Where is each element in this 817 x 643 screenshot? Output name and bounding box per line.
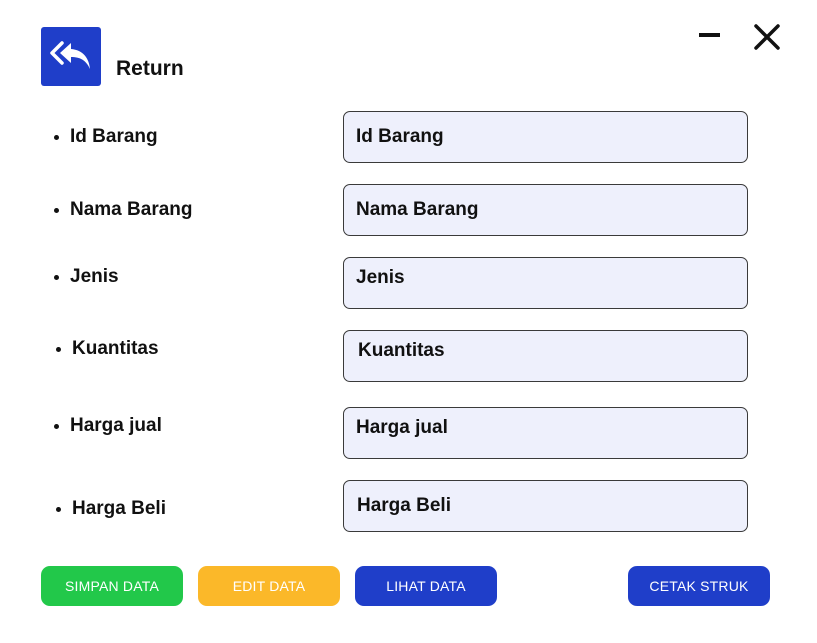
- label-harga-jual: Harga jual: [54, 413, 162, 439]
- id-barang-input[interactable]: [343, 111, 748, 163]
- kuantitas-input[interactable]: [343, 330, 748, 382]
- simpan-data-button[interactable]: SIMPAN DATA: [41, 566, 183, 606]
- minimize-button[interactable]: [696, 22, 724, 48]
- label-text: Id Barang: [70, 126, 158, 147]
- close-button[interactable]: [752, 22, 782, 52]
- bullet: [54, 207, 59, 213]
- lihat-data-button[interactable]: LIHAT DATA: [355, 566, 497, 606]
- label-kuantitas: Kuantitas: [56, 336, 159, 362]
- bullet: [54, 134, 59, 140]
- edit-data-button[interactable]: EDIT DATA: [198, 566, 340, 606]
- label-harga-beli: Harga Beli: [56, 496, 166, 522]
- bullet: [56, 506, 61, 512]
- harga-beli-input[interactable]: [343, 480, 748, 532]
- label-text: Jenis: [70, 266, 119, 287]
- nama-barang-input[interactable]: [343, 184, 748, 236]
- page-title: Return: [116, 57, 184, 80]
- label-text: Kuantitas: [72, 338, 159, 359]
- bullet: [56, 346, 61, 352]
- harga-jual-input[interactable]: [343, 407, 748, 459]
- bullet: [54, 423, 59, 429]
- bullet: [54, 274, 59, 280]
- return-button[interactable]: [41, 27, 101, 86]
- label-text: Harga Beli: [72, 498, 166, 519]
- label-nama-barang: Nama Barang: [54, 197, 193, 223]
- label-jenis: Jenis: [54, 264, 119, 290]
- minimize-icon: [699, 33, 720, 37]
- close-icon: [754, 24, 780, 50]
- jenis-input[interactable]: [343, 257, 748, 309]
- cetak-struk-button[interactable]: CETAK STRUK: [628, 566, 770, 606]
- double-reply-icon: [50, 40, 90, 69]
- label-id-barang: Id Barang: [54, 124, 158, 150]
- label-text: Harga jual: [70, 415, 162, 436]
- label-text: Nama Barang: [70, 199, 193, 220]
